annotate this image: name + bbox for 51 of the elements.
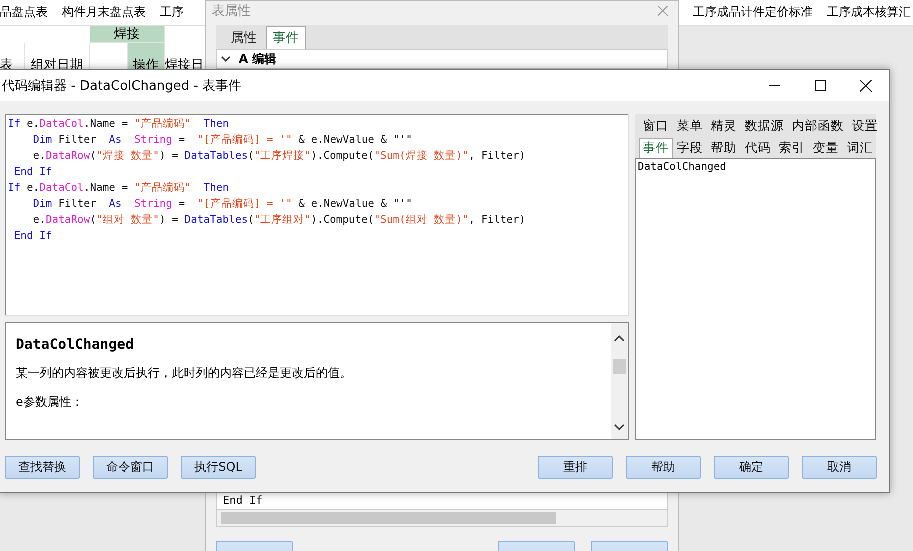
close-icon[interactable] — [860, 80, 872, 92]
panel-tab[interactable]: 词汇 — [843, 138, 877, 158]
tab[interactable]: 属性 — [224, 26, 264, 49]
panel-tab[interactable]: 精灵 — [707, 116, 741, 136]
code-line: e.DataRow("组对_数量") = DataTables("工序组对").Compute("Sum(组对_数量)", Filter) — [32, 213, 527, 228]
minimize-icon[interactable] — [768, 84, 780, 86]
help-section-label: e参数属性： — [16, 394, 84, 411]
horizontal-scrollbar[interactable] — [216, 509, 668, 527]
panel-tab[interactable]: 代码 — [741, 138, 775, 158]
code-line: e.DataRow("焊接_数量") = DataTables("工序焊接").Compute("Sum(焊接_数量)", Filter) — [32, 149, 527, 164]
tab[interactable]: 事件 — [266, 26, 306, 49]
dialog-button[interactable]: 重排 — [538, 456, 613, 479]
table-tab[interactable]: 工序成本核算汇 — [820, 4, 913, 21]
toolbar-button[interactable]: 执行SQL — [181, 456, 256, 479]
help-description: 某一列的内容被更改后执行，此时列的内容已经是更改后的值。 — [16, 365, 353, 382]
column-group-header: 焊接 — [90, 26, 165, 43]
code-line: If e.DataCol.Name = "产品编码" Then — [8, 117, 230, 132]
scrollbar-thumb[interactable] — [613, 358, 626, 374]
scroll-up-icon[interactable] — [614, 335, 625, 342]
code-line: End If — [13, 165, 54, 180]
list-item[interactable]: DataColChanged — [638, 161, 873, 173]
table-tab[interactable]: 品盘点表 — [0, 4, 55, 21]
panel-tab[interactable]: 内部函数 — [788, 116, 848, 136]
panel-tab[interactable]: 菜单 — [673, 116, 707, 136]
dialog-button[interactable]: 取消 — [802, 456, 877, 479]
help-title: DataColChanged — [16, 337, 136, 353]
panel-tab[interactable]: 变量 — [809, 138, 843, 158]
maximize-icon[interactable] — [814, 80, 826, 91]
tree-item[interactable]: A 编辑 — [239, 50, 276, 68]
window-title: 表属性 — [212, 3, 251, 20]
chevron-icon[interactable] — [221, 56, 231, 62]
code-editor[interactable] — [5, 114, 629, 316]
scroll-down-icon[interactable] — [614, 424, 625, 431]
table-tab[interactable]: 工序成品计件定价标准 — [686, 4, 820, 21]
toolbar-button[interactable]: 查找替换 — [5, 456, 80, 479]
code-line: End If — [13, 229, 54, 244]
code-line: If e.DataCol.Name = "产品编码" Then — [8, 181, 230, 196]
dialog-button[interactable]: 帮助 — [626, 456, 701, 479]
dialog-button[interactable]: 确定 — [714, 456, 789, 479]
panel-tab[interactable]: 事件 — [639, 138, 673, 158]
table-tab[interactable]: 构件月末盘点表 — [55, 4, 153, 21]
panel-tab[interactable]: 窗口 — [639, 116, 673, 136]
code-line: Dim Filter As String = "[产品编码] = '" & e.NewValue & "'" — [32, 133, 414, 148]
table-tab[interactable]: 工序 — [153, 4, 191, 21]
panel-tab[interactable]: 索引 — [775, 138, 809, 158]
toolbar-button[interactable]: 命令窗口 — [93, 456, 168, 479]
code-line: Dim Filter As String = "[产品编码] = '" & e.NewValue & "'" — [32, 197, 414, 212]
panel-tab[interactable]: 设置 — [848, 116, 882, 136]
panel-tab[interactable]: 帮助 — [707, 138, 741, 158]
panel-tab[interactable]: 数据源 — [741, 116, 788, 136]
panel-tab[interactable]: 字段 — [673, 138, 707, 158]
